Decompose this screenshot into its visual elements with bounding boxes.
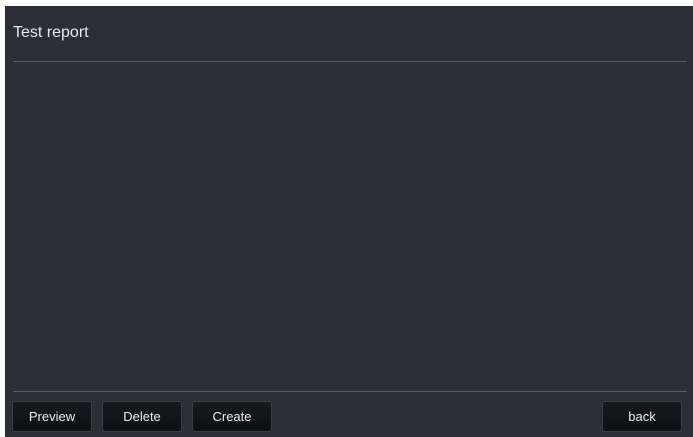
create-button[interactable]: Create: [192, 401, 272, 432]
preview-button[interactable]: Preview: [12, 401, 92, 432]
report-list-area[interactable]: [13, 62, 687, 391]
back-button[interactable]: back: [602, 401, 682, 432]
report-screen: Test report Preview Delete Create back: [5, 6, 693, 437]
delete-button[interactable]: Delete: [102, 401, 182, 432]
page-title: Test report: [13, 24, 89, 41]
footer-divider: [13, 391, 687, 392]
